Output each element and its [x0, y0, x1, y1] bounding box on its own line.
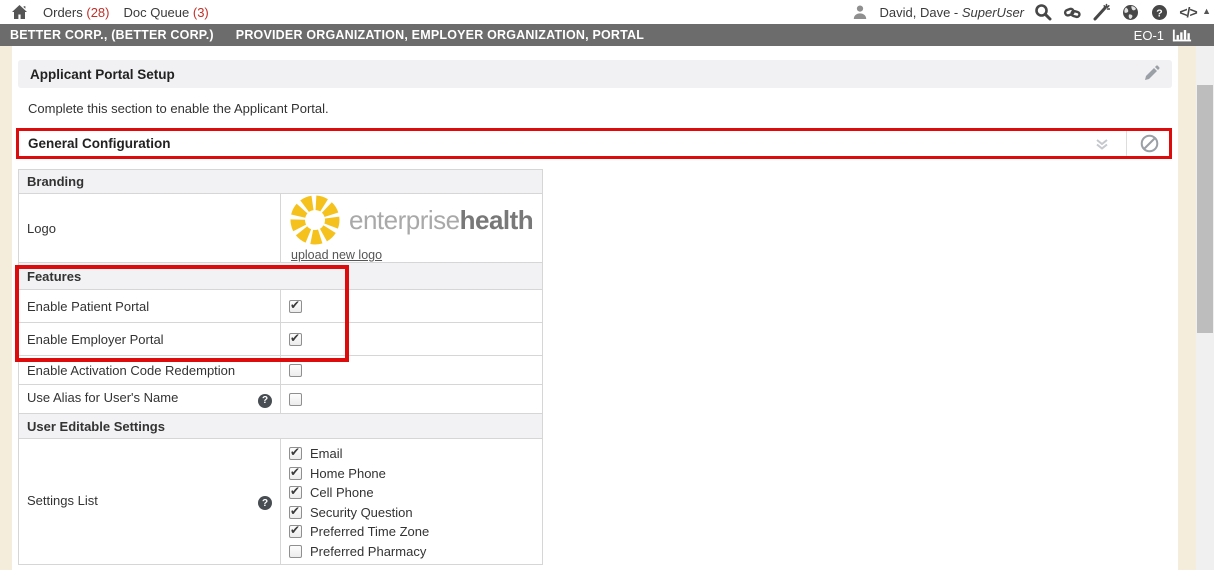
- table-row: Enable Patient Portal: [19, 290, 543, 323]
- user-editable-section-row: User Editable Settings: [19, 414, 543, 439]
- main-area: Applicant Portal Setup Complete this sec…: [0, 46, 1214, 570]
- org-roles: PROVIDER ORGANIZATION, EMPLOYER ORGANIZA…: [236, 28, 644, 42]
- search-icon[interactable]: [1033, 2, 1053, 22]
- enable-patient-portal-checkbox[interactable]: [289, 300, 302, 313]
- pencil-icon[interactable]: [1142, 65, 1160, 83]
- user-menu[interactable]: David, Dave - SuperUser: [879, 5, 1024, 20]
- section-title: General Configuration: [28, 136, 171, 151]
- table-row: Enable Employer Portal: [19, 323, 543, 356]
- block-icon[interactable]: [1139, 134, 1159, 154]
- logo-label: Logo: [19, 194, 281, 263]
- preferred-pharmacy-checkbox[interactable]: [289, 545, 302, 558]
- logo-row: Logo enterprisehealth upload new logo: [19, 194, 543, 263]
- icon-divider: [1126, 131, 1127, 156]
- link-icon[interactable]: [1062, 2, 1082, 22]
- nav-orders[interactable]: Orders (28): [43, 5, 109, 20]
- list-item: Preferred Time Zone: [289, 522, 534, 542]
- table-row: Use Alias for User's Name ?: [19, 385, 543, 414]
- top-toolbar: Orders (28) Doc Queue (3) David, Dave - …: [0, 0, 1214, 24]
- user-editable-settings-header: User Editable Settings: [19, 414, 543, 439]
- list-item: Security Question: [289, 503, 534, 523]
- alias-help-icon[interactable]: ?: [258, 394, 272, 408]
- user-icon: [850, 2, 870, 22]
- row-label: Enable Activation Code Redemption: [19, 356, 281, 385]
- scrollbar-track[interactable]: [1196, 46, 1214, 570]
- bar-chart-icon[interactable]: [1172, 25, 1192, 45]
- enable-employer-portal-checkbox[interactable]: [289, 333, 302, 346]
- list-item: Email: [289, 444, 534, 464]
- enable-activation-code-checkbox[interactable]: [289, 364, 302, 377]
- list-item: Cell Phone: [289, 483, 534, 503]
- branding-header: Branding: [19, 170, 543, 194]
- code-icon[interactable]: </>: [1178, 2, 1198, 22]
- setup-header-bar: Applicant Portal Setup: [18, 60, 1172, 88]
- cell-phone-checkbox[interactable]: [289, 486, 302, 499]
- eo-code: EO-1: [1134, 28, 1164, 43]
- config-table: Branding Logo enterprisehealth upload ne…: [18, 169, 543, 565]
- logo-sunburst-icon: [289, 194, 341, 246]
- help-icon[interactable]: ?: [1149, 2, 1169, 22]
- home-icon[interactable]: [9, 2, 29, 22]
- row-label: Enable Patient Portal: [19, 290, 281, 323]
- row-label: Enable Employer Portal: [19, 323, 281, 356]
- enterprise-health-logo: enterprisehealth: [289, 194, 534, 246]
- user-role: SuperUser: [962, 5, 1024, 20]
- list-item: Preferred Pharmacy: [289, 542, 534, 562]
- content-panel: Applicant Portal Setup Complete this sec…: [12, 46, 1178, 570]
- features-section-row: Features: [19, 263, 543, 290]
- email-checkbox[interactable]: [289, 447, 302, 460]
- upload-new-logo-link[interactable]: upload new logo: [291, 248, 382, 262]
- org-name: BETTER CORP., (BETTER CORP.): [10, 28, 214, 42]
- org-context-bar: BETTER CORP., (BETTER CORP.) PROVIDER OR…: [0, 24, 1214, 46]
- settings-help-icon[interactable]: ?: [258, 496, 272, 510]
- home-phone-checkbox[interactable]: [289, 467, 302, 480]
- page-title: Applicant Portal Setup: [30, 67, 175, 82]
- scrollbar-thumb[interactable]: [1197, 85, 1213, 333]
- settings-list-label: Settings List: [27, 493, 98, 508]
- preferred-time-zone-checkbox[interactable]: [289, 525, 302, 538]
- branding-section-row: Branding: [19, 170, 543, 194]
- svg-text:?: ?: [1156, 7, 1162, 19]
- use-alias-checkbox[interactable]: [289, 393, 302, 406]
- nav-doc-queue[interactable]: Doc Queue (3): [123, 5, 208, 20]
- doc-queue-count: (3): [193, 5, 209, 20]
- scroll-up-icon[interactable]: ▲: [1202, 6, 1211, 16]
- features-header: Features: [19, 263, 543, 290]
- table-row: Enable Activation Code Redemption: [19, 356, 543, 385]
- setup-description: Complete this section to enable the Appl…: [28, 101, 1178, 116]
- security-question-checkbox[interactable]: [289, 506, 302, 519]
- globe-icon[interactable]: [1120, 2, 1140, 22]
- settings-checkbox-list: Email Home Phone Cell Phone Security Que…: [289, 442, 534, 561]
- orders-count: (28): [86, 5, 109, 20]
- wand-icon[interactable]: [1091, 2, 1111, 22]
- row-label: Use Alias for User's Name: [27, 390, 178, 405]
- settings-list-row: Settings List ? Email Home Phone Cell Ph…: [19, 439, 543, 565]
- chevron-double-down-icon[interactable]: [1092, 134, 1112, 154]
- general-configuration-bar: General Configuration: [16, 128, 1172, 159]
- list-item: Home Phone: [289, 464, 534, 484]
